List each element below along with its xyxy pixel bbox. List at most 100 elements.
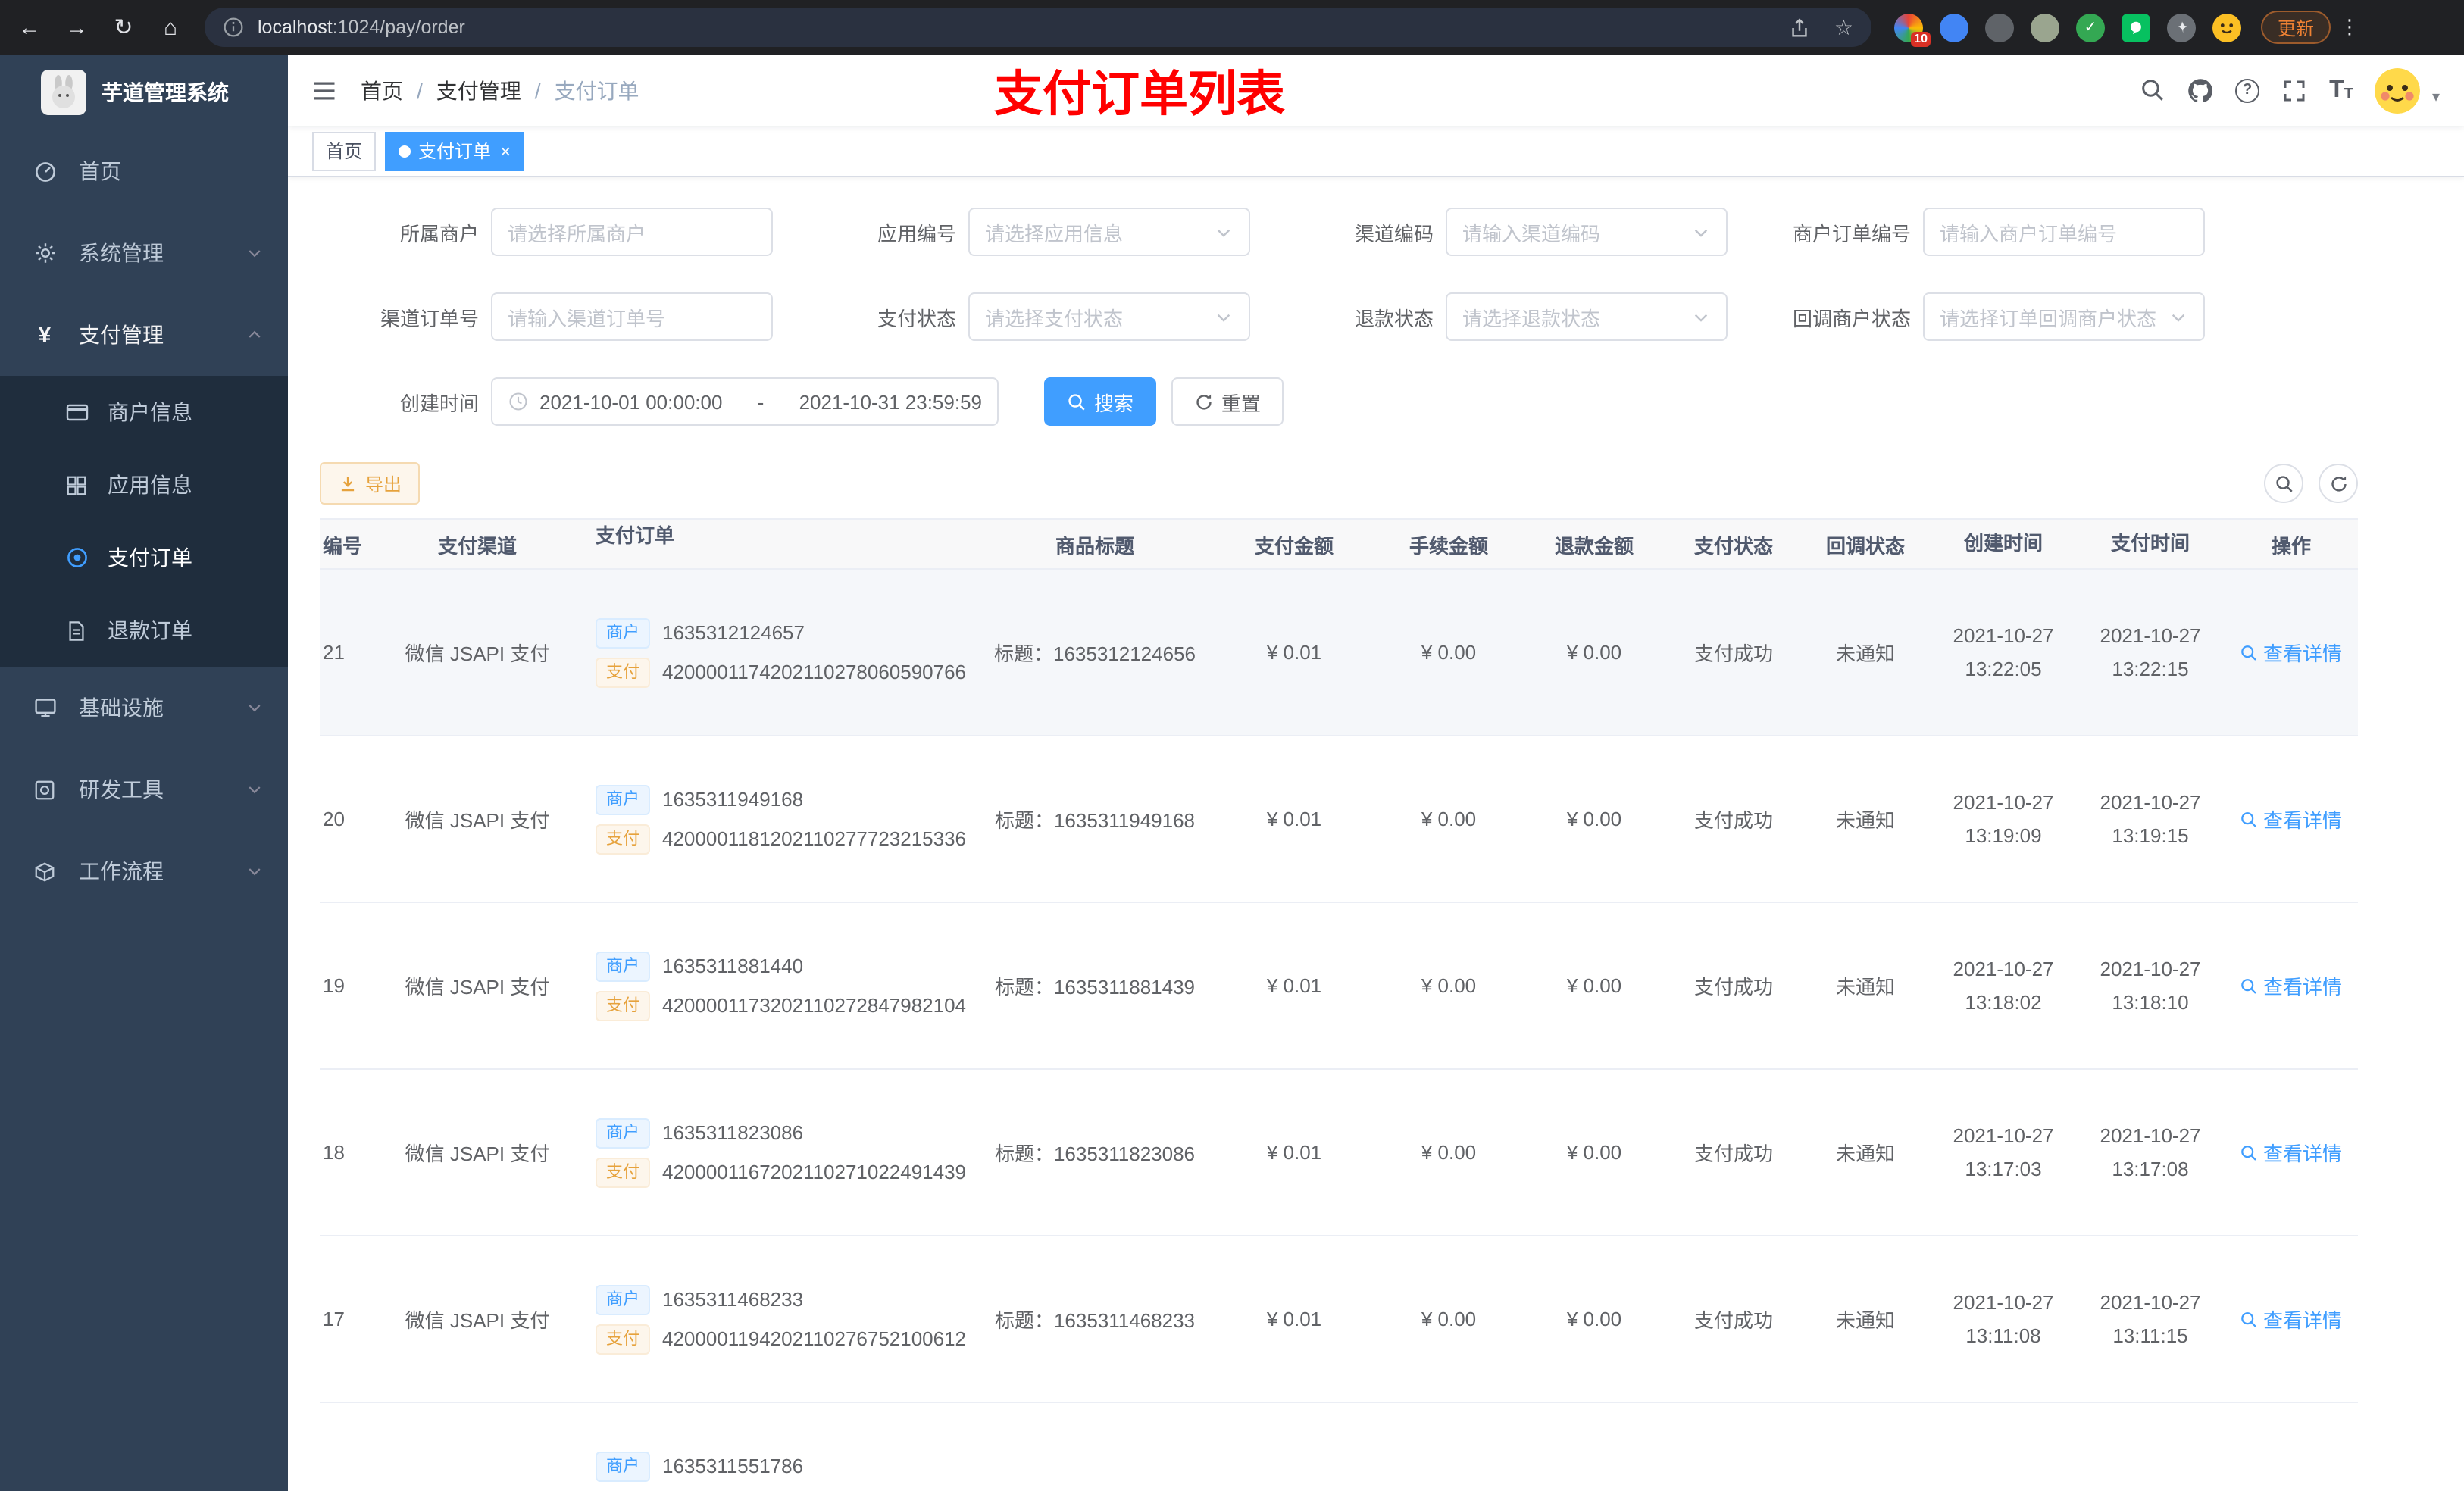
cell-order: 商户 1635311468233 支付 4200001194202110276752…: [583, 1284, 977, 1354]
target-icon: [64, 545, 89, 570]
cell-amount: ¥ 0.01: [1266, 808, 1322, 830]
placeholder-text: 请选择订单回调商户状态: [1940, 307, 2157, 330]
cell-amount: ¥ 0.01: [1266, 974, 1322, 997]
field-label: 退款状态: [1354, 307, 1434, 330]
toggle-search-button[interactable]: [2264, 464, 2303, 503]
cell-status: 支付成功: [1693, 1309, 1773, 1332]
sidebar-item-dev-tools[interactable]: 研发工具: [0, 749, 288, 830]
browser-reload-button[interactable]: ↻: [103, 7, 144, 48]
user-avatar[interactable]: [2374, 67, 2420, 113]
browser-back-button[interactable]: ←: [9, 7, 50, 48]
chevron-down-icon: [245, 244, 264, 262]
tab-pay-order[interactable]: 支付订单 ×: [385, 131, 525, 170]
cell-notify: 未通知: [1835, 809, 1895, 832]
browser-update-button[interactable]: 更新: [2261, 11, 2331, 44]
hamburger-icon[interactable]: [288, 77, 361, 104]
filter-row-1: 所属商户 请选择所属商户 应用编号 请选择应用信息 渠道编码 请输入渠道编码 商…: [320, 208, 2358, 256]
extension-icon-4[interactable]: [2031, 13, 2059, 42]
view-detail-link[interactable]: 查看详情: [2240, 971, 2342, 1000]
avatar-caret-icon[interactable]: ▾: [2432, 89, 2440, 106]
pay-order-no: 4200001181202110277723215336: [662, 827, 967, 850]
address-bar[interactable]: localhost:1024/pay/order ☆: [205, 8, 1871, 47]
create-time-range-picker[interactable]: 2021-10-01 00:00:00 - 2021-10-31 23:59:5…: [491, 377, 999, 426]
cell-paid: 2021-10-27 13:19:15: [2100, 791, 2201, 846]
merchant-order-no-input[interactable]: 请输入商户订单编号: [1923, 208, 2205, 256]
col-header-created: 创建时间: [1963, 532, 2043, 555]
extension-icon-2[interactable]: [1940, 13, 1968, 42]
url-text: localhost:1024/pay/order: [258, 17, 465, 38]
notify-status-select[interactable]: 请选择订单回调商户状态: [1923, 292, 2205, 341]
breadcrumb-section[interactable]: 支付管理: [436, 75, 521, 105]
cell-fee: ¥ 0.00: [1421, 808, 1477, 830]
placeholder-text: 请输入渠道订单号: [508, 307, 666, 330]
search-button[interactable]: 搜索: [1044, 377, 1157, 426]
extension-icon-1[interactable]: 10: [1894, 13, 1931, 46]
sidebar-item-pay-order[interactable]: 支付订单: [0, 521, 288, 594]
browser-menu-icon[interactable]: ⋮: [2340, 15, 2359, 39]
search-icon[interactable]: [2138, 77, 2165, 104]
sidebar-item-workflow[interactable]: 工作流程: [0, 830, 288, 912]
filter-notify-status: 回调商户状态 请选择订单回调商户状态: [1752, 292, 2205, 341]
refund-status-select[interactable]: 请选择退款状态: [1446, 292, 1728, 341]
font-size-icon[interactable]: TT: [2329, 77, 2353, 102]
pay-status-select[interactable]: 请选择支付状态: [968, 292, 1250, 341]
sidebar-item-merchant-info[interactable]: 商户信息: [0, 376, 288, 449]
bookmark-star-icon[interactable]: ☆: [1834, 14, 1853, 40]
sidebar-item-refund-order[interactable]: 退款订单: [0, 594, 288, 667]
cell-id: 19: [323, 974, 345, 997]
gear-icon: [32, 240, 58, 266]
share-icon[interactable]: [1786, 14, 1813, 41]
placeholder-text: 请输入渠道编码: [1462, 222, 1601, 245]
help-icon[interactable]: ?: [2235, 78, 2260, 102]
view-detail-link[interactable]: 查看详情: [2240, 638, 2342, 667]
channel-code-select[interactable]: 请输入渠道编码: [1446, 208, 1728, 256]
cell-paid: 2021-10-27 13:17:08: [2100, 1124, 2201, 1180]
filter-row-2: 渠道订单号 请输入渠道订单号 支付状态 请选择支付状态 退款状态 请选择退款状态: [320, 292, 2358, 341]
view-detail-link[interactable]: 查看详情: [2240, 1305, 2342, 1333]
pay-tag: 支付: [596, 1324, 650, 1354]
cell-action: 查看详情: [2225, 1305, 2358, 1333]
github-icon[interactable]: [2187, 77, 2214, 104]
tab-home[interactable]: 首页: [312, 131, 377, 170]
chevron-down-icon: [1214, 307, 1234, 327]
close-icon[interactable]: ×: [500, 140, 511, 161]
placeholder-text: 请选择所属商户: [508, 222, 646, 245]
sidebar-item-infrastructure[interactable]: 基础设施: [0, 667, 288, 749]
extensions-pin-icon[interactable]: [2167, 13, 2196, 42]
search-button-label: 搜索: [1094, 392, 1134, 414]
sidebar-item-label: 基础设施: [79, 695, 164, 720]
browser-forward-button[interactable]: →: [56, 7, 97, 48]
sidebar-item-payment[interactable]: ¥ 支付管理: [0, 294, 288, 376]
cell-amount: ¥ 0.01: [1266, 1308, 1322, 1330]
filter-merchant: 所属商户 请选择所属商户: [320, 208, 773, 256]
main-area: 首页 / 支付管理 / 支付订单 支付订单列表 ? TT ▾ 首页 支付订单 ×…: [288, 55, 2464, 1491]
profile-avatar-icon[interactable]: [2212, 13, 2241, 42]
pay-order-no: 4200001174202110278060590766: [662, 661, 967, 683]
fullscreen-icon[interactable]: [2281, 77, 2308, 104]
cell-action: 查看详情: [2225, 1138, 2358, 1167]
extension-icon-6[interactable]: [2122, 13, 2150, 42]
reset-button[interactable]: 重置: [1171, 377, 1284, 426]
export-button[interactable]: 导出: [320, 462, 421, 505]
view-detail-link[interactable]: 查看详情: [2240, 1138, 2342, 1167]
breadcrumb-home[interactable]: 首页: [361, 75, 403, 105]
range-separator: -: [757, 390, 765, 413]
channel-order-no-input[interactable]: 请输入渠道订单号: [491, 292, 773, 341]
site-info-icon[interactable]: [223, 17, 244, 38]
navbar-actions: ? TT ▾: [2138, 67, 2464, 113]
merchant-select[interactable]: 请选择所属商户: [491, 208, 773, 256]
extension-icon-3[interactable]: [1985, 13, 2014, 42]
sidebar-item-home[interactable]: 首页: [0, 130, 288, 212]
sidebar-item-system[interactable]: 系统管理: [0, 212, 288, 294]
pay-order-no: 4200001194202110276752100612: [662, 1327, 967, 1350]
merchant-tag: 商户: [596, 784, 650, 814]
app-select[interactable]: 请选择应用信息: [968, 208, 1250, 256]
cell-channel: 微信 JSAPI 支付: [405, 976, 550, 999]
browser-home-button[interactable]: ⌂: [150, 7, 191, 48]
chevron-down-icon: [245, 699, 264, 717]
refresh-table-button[interactable]: [2319, 464, 2358, 503]
sidebar-item-app-info[interactable]: 应用信息: [0, 449, 288, 521]
view-detail-link[interactable]: 查看详情: [2240, 805, 2342, 833]
extension-icon-5[interactable]: ✓: [2076, 13, 2105, 42]
tab-label: 支付订单: [418, 141, 492, 162]
